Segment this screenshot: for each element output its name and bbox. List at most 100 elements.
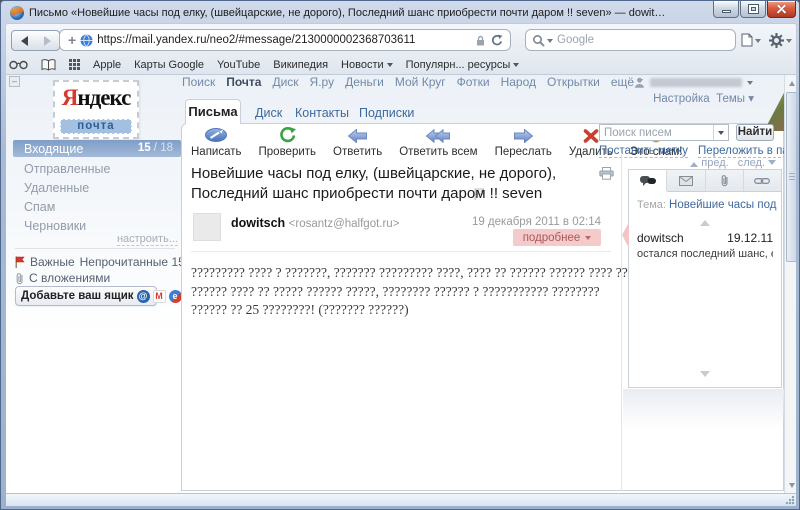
bookmark-apple[interactable]: Apple	[93, 59, 121, 71]
reply-all-button[interactable]: Ответить всем	[399, 125, 477, 158]
page-actions-dropdown-icon	[755, 39, 761, 46]
preview-item-snippet: остался последний шанс, если...	[637, 248, 773, 260]
envelope-icon	[679, 176, 693, 186]
bookmark-news-folder[interactable]: Новости	[341, 59, 393, 71]
compose-icon	[204, 125, 228, 143]
nav-narod[interactable]: Народ	[501, 75, 536, 89]
nav-fotki[interactable]: Фотки	[457, 75, 490, 89]
details-button[interactable]: подробнее	[513, 229, 601, 246]
sidebar-collapse-button[interactable]: –	[9, 76, 20, 87]
minimize-icon	[722, 10, 731, 13]
forward-button[interactable]: Переслать	[495, 125, 552, 158]
address-bar[interactable]: +	[59, 29, 511, 51]
sidebar-folder-inbox[interactable]: Входящие 15 / 18	[13, 140, 181, 157]
nav-disk[interactable]: Диск	[272, 75, 298, 89]
triangle-down-icon	[768, 160, 776, 169]
nav-search[interactable]: Поиск	[182, 75, 215, 89]
preview-tab-links[interactable]	[744, 170, 781, 191]
yandex-mail-logo[interactable]: Яндекс почта	[53, 80, 139, 139]
user-icon	[634, 77, 645, 88]
preview-message-item[interactable]: dowitsch 19.12.11 остался последний шанс…	[637, 231, 773, 260]
reply-button[interactable]: Ответить	[333, 125, 382, 158]
red-flag-icon	[15, 256, 25, 268]
resize-grip[interactable]	[785, 495, 795, 505]
settings-link[interactable]: Настройка	[653, 93, 710, 105]
browser-search-bar[interactable]	[525, 29, 736, 51]
triangle-up-icon	[789, 78, 795, 86]
preview-tab-attachments[interactable]	[706, 170, 744, 191]
configure-folders-link[interactable]: настроить...	[117, 233, 178, 246]
mail-search-input[interactable]	[600, 127, 713, 139]
filter-row-attachments: С вложениями	[15, 271, 110, 285]
settings-menu-button[interactable]	[769, 30, 792, 50]
find-button[interactable]: Найти	[736, 124, 774, 141]
chat-bubbles-icon	[640, 175, 656, 187]
close-button[interactable]	[767, 1, 796, 18]
library-book-icon[interactable]	[41, 59, 56, 71]
refresh-icon	[278, 125, 297, 143]
add-tab-icon[interactable]: +	[68, 33, 76, 47]
minimize-button[interactable]	[713, 1, 739, 18]
compose-button[interactable]: Написать	[191, 125, 242, 158]
sidebar-folder-spam[interactable]: Спам	[13, 200, 181, 217]
nav-money[interactable]: Деньги	[345, 75, 384, 89]
prev-message-link[interactable]: пред.	[690, 157, 728, 169]
preview-subject-row: Тема: Новейшие часы под е...	[637, 199, 777, 211]
sidebar-folder-sent[interactable]: Отправленные	[13, 162, 181, 179]
bookmark-google-maps[interactable]: Карты Google	[134, 59, 204, 71]
other-provider-icon[interactable]: e	[169, 290, 182, 303]
scrollbar-thumb[interactable]	[786, 92, 796, 262]
mail-search-box[interactable]	[599, 124, 729, 141]
filter-important-link[interactable]: Важные	[30, 255, 75, 269]
add-mailbox-button[interactable]: Добавьте ваш ящик @ M e	[15, 286, 157, 306]
mailru-icon[interactable]: @	[137, 290, 150, 303]
preview-tab-conversation[interactable]	[629, 170, 667, 191]
bookmark-popular-folder[interactable]: Популярн... ресурсы	[406, 59, 520, 71]
reader-glasses-icon[interactable]	[9, 60, 28, 70]
mail-search-dropdown[interactable]	[713, 125, 728, 140]
bookmark-youtube[interactable]: YouTube	[217, 59, 260, 71]
forward-button[interactable]	[36, 30, 60, 51]
triangle-up-icon	[690, 158, 698, 167]
nav-moikrug[interactable]: Мой Круг	[395, 75, 446, 89]
themes-link[interactable]: Темы ▾	[716, 93, 754, 105]
page-actions-button[interactable]	[741, 30, 761, 50]
preview-tab-messages[interactable]	[667, 170, 705, 191]
filter-row-important: Важные Непрочитанные 15	[15, 255, 185, 269]
tab-letters[interactable]: Письма	[185, 99, 241, 124]
browser-search-input[interactable]	[553, 34, 735, 46]
tab-disk[interactable]: Диск	[255, 106, 282, 120]
scroll-up-button[interactable]	[785, 75, 796, 90]
back-button[interactable]	[11, 30, 37, 51]
forward-icon	[514, 125, 533, 143]
maximize-button[interactable]	[740, 1, 766, 18]
logo-product-text: почта	[60, 119, 132, 134]
filter-unread-link[interactable]: Непрочитанные 15	[80, 255, 185, 269]
preview-expand-arrow[interactable]	[700, 371, 710, 382]
nav-mail[interactable]: Почта	[226, 75, 261, 89]
nav-yaru[interactable]: Я.ру	[310, 75, 335, 89]
check-mail-button[interactable]: Проверить	[259, 125, 317, 158]
set-label-link[interactable]: Поставить метку	[599, 145, 688, 158]
chevron-down-icon	[387, 63, 393, 70]
configure-folders: настроить...	[6, 233, 178, 245]
page-scrollbar[interactable]	[784, 75, 796, 493]
status-bar	[6, 493, 796, 506]
filter-attachments-link[interactable]: С вложениями	[29, 271, 110, 285]
tab-subscriptions[interactable]: Подписки	[359, 106, 414, 120]
user-account-menu[interactable]	[634, 77, 753, 88]
scroll-down-button[interactable]	[785, 478, 796, 493]
sidebar-folder-deleted[interactable]: Удаленные	[13, 181, 181, 198]
bookmark-wikipedia[interactable]: Википедия	[273, 59, 328, 71]
apps-grid-icon[interactable]	[69, 59, 80, 70]
preview-collapse-arrow[interactable]	[700, 215, 710, 226]
tab-contacts[interactable]: Контакты	[295, 106, 349, 120]
nav-otkrytki[interactable]: Открытки	[547, 75, 600, 89]
search-icon	[532, 34, 545, 47]
url-input[interactable]	[93, 34, 476, 46]
gmail-icon[interactable]: M	[153, 290, 166, 303]
preview-subject-link[interactable]: Новейшие часы под е...	[669, 199, 777, 211]
next-message-link[interactable]: след.	[738, 157, 776, 169]
preview-item-date: 19.12.11	[727, 231, 773, 245]
reload-icon[interactable]	[490, 34, 503, 47]
